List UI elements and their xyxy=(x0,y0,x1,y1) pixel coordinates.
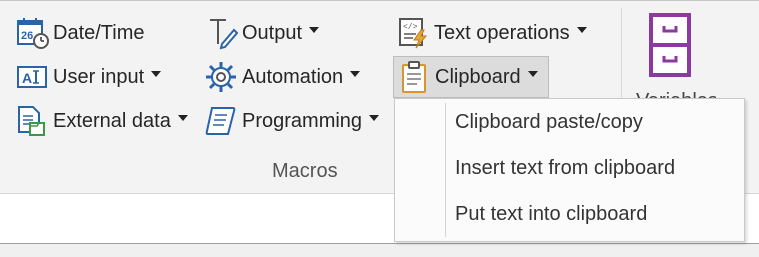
menu-item-clipboard-paste-copy[interactable]: Clipboard paste/copy xyxy=(455,111,643,134)
chevron-down-icon xyxy=(151,71,162,77)
document-import-icon xyxy=(15,104,49,138)
clipboard-icon xyxy=(397,60,431,94)
programming-label: Programming xyxy=(242,109,363,132)
chevron-down-icon xyxy=(576,27,587,33)
svg-text:</>: </> xyxy=(403,23,418,32)
output-button[interactable]: Output xyxy=(201,16,322,50)
gear-icon xyxy=(204,60,238,94)
chevron-down-icon xyxy=(177,115,188,121)
external-data-label: External data xyxy=(53,109,171,132)
clipboard-button[interactable]: Clipboard xyxy=(393,56,549,98)
text-pen-icon xyxy=(204,16,238,50)
chevron-down-icon xyxy=(350,71,361,77)
filing-cabinet-icon xyxy=(649,13,691,77)
group-label-macros: Macros xyxy=(272,160,338,182)
automation-label: Automation xyxy=(242,65,344,88)
bottom-strip xyxy=(0,244,759,257)
chevron-down-icon xyxy=(309,27,320,33)
menu-item-insert-text-from-clipboard[interactable]: Insert text from clipboard xyxy=(455,157,675,180)
ribbon-top-border xyxy=(0,0,759,1)
code-document-lightning-icon: </> xyxy=(396,16,430,50)
calendar-clock-icon: 26 xyxy=(15,16,49,50)
user-input-label: User input xyxy=(53,65,145,88)
script-scroll-icon xyxy=(204,104,238,138)
text-input-icon: A xyxy=(15,60,49,94)
svg-text:26: 26 xyxy=(21,30,33,42)
text-operations-button[interactable]: </> Text operations xyxy=(393,16,590,50)
chevron-down-icon xyxy=(369,115,380,121)
external-data-button[interactable]: External data xyxy=(12,104,191,138)
user-input-button[interactable]: A User input xyxy=(12,60,164,94)
variables-label-clip: Variables xyxy=(636,86,716,98)
menu-icon-gutter xyxy=(445,103,446,237)
programming-button[interactable]: Programming xyxy=(201,104,382,138)
chevron-down-icon xyxy=(527,71,538,77)
datetime-button[interactable]: 26 Date/Time xyxy=(12,16,148,50)
clipboard-dropdown-menu: Clipboard paste/copy Insert text from cl… xyxy=(394,98,745,242)
text-operations-label: Text operations xyxy=(434,21,570,44)
menu-item-put-text-into-clipboard[interactable]: Put text into clipboard xyxy=(455,203,647,226)
output-label: Output xyxy=(242,21,303,44)
automation-button[interactable]: Automation xyxy=(201,60,363,94)
svg-text:A: A xyxy=(22,70,32,86)
variables-label: Variables xyxy=(636,90,716,98)
clipboard-label: Clipboard xyxy=(435,65,521,88)
datetime-label: Date/Time xyxy=(53,21,145,44)
